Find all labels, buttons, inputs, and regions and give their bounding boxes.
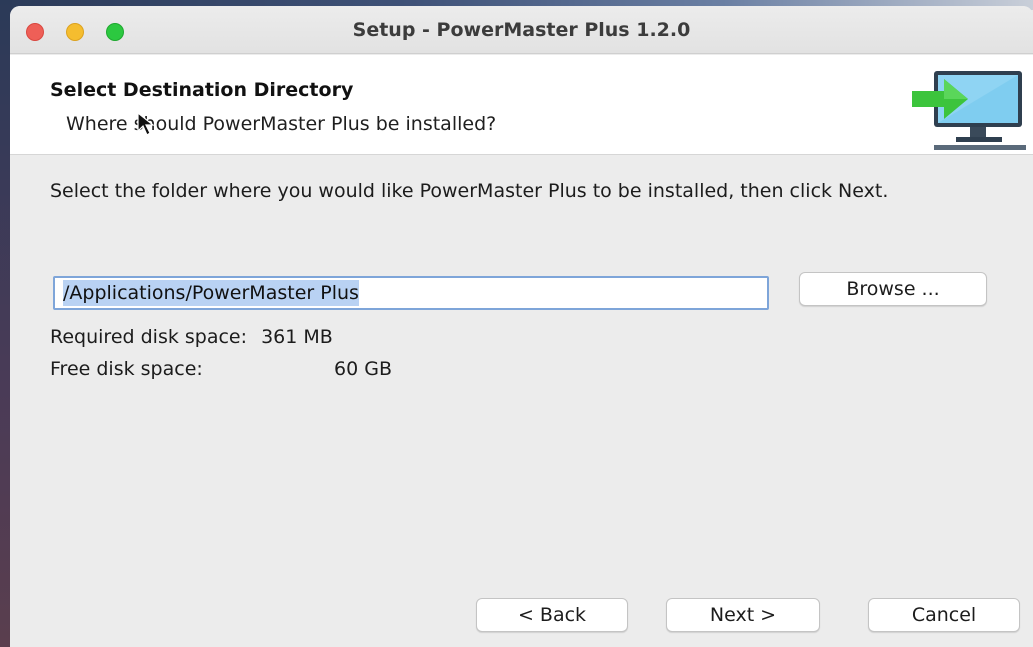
page-subtitle: Where should PowerMaster Plus be install… [66,113,497,135]
browse-button[interactable]: Browse ... [799,272,987,306]
required-disk-space-label: Required disk space: [50,326,248,348]
path-input-value: /Applications/PowerMaster Plus [63,280,359,306]
free-disk-space-row: Free disk space: 60 GB [50,358,392,380]
wizard-body: Select the folder where you would like P… [10,156,1033,647]
free-disk-space-label: Free disk space: [50,358,203,380]
cancel-button[interactable]: Cancel [868,598,1020,632]
instructions-text: Select the folder where you would like P… [50,180,889,202]
destination-path-input[interactable]: /Applications/PowerMaster Plus [53,276,769,310]
mouse-pointer-icon [137,111,155,136]
title-bar: Setup - PowerMaster Plus 1.2.0 [10,6,1033,54]
setup-window: Setup - PowerMaster Plus 1.2.0 Select De… [10,6,1033,647]
required-disk-space-row: Required disk space: 361 MB [50,326,333,348]
required-disk-space-value: 361 MB [261,326,333,348]
install-computer-arrow-icon [912,71,1026,150]
free-disk-space-value: 60 GB [334,358,393,380]
page-title: Select Destination Directory [50,79,354,101]
back-button[interactable]: < Back [476,598,628,632]
window-title: Setup - PowerMaster Plus 1.2.0 [352,19,691,41]
next-button[interactable]: Next > [666,598,820,632]
wizard-header: Select Destination Directory Where shoul… [10,55,1033,155]
